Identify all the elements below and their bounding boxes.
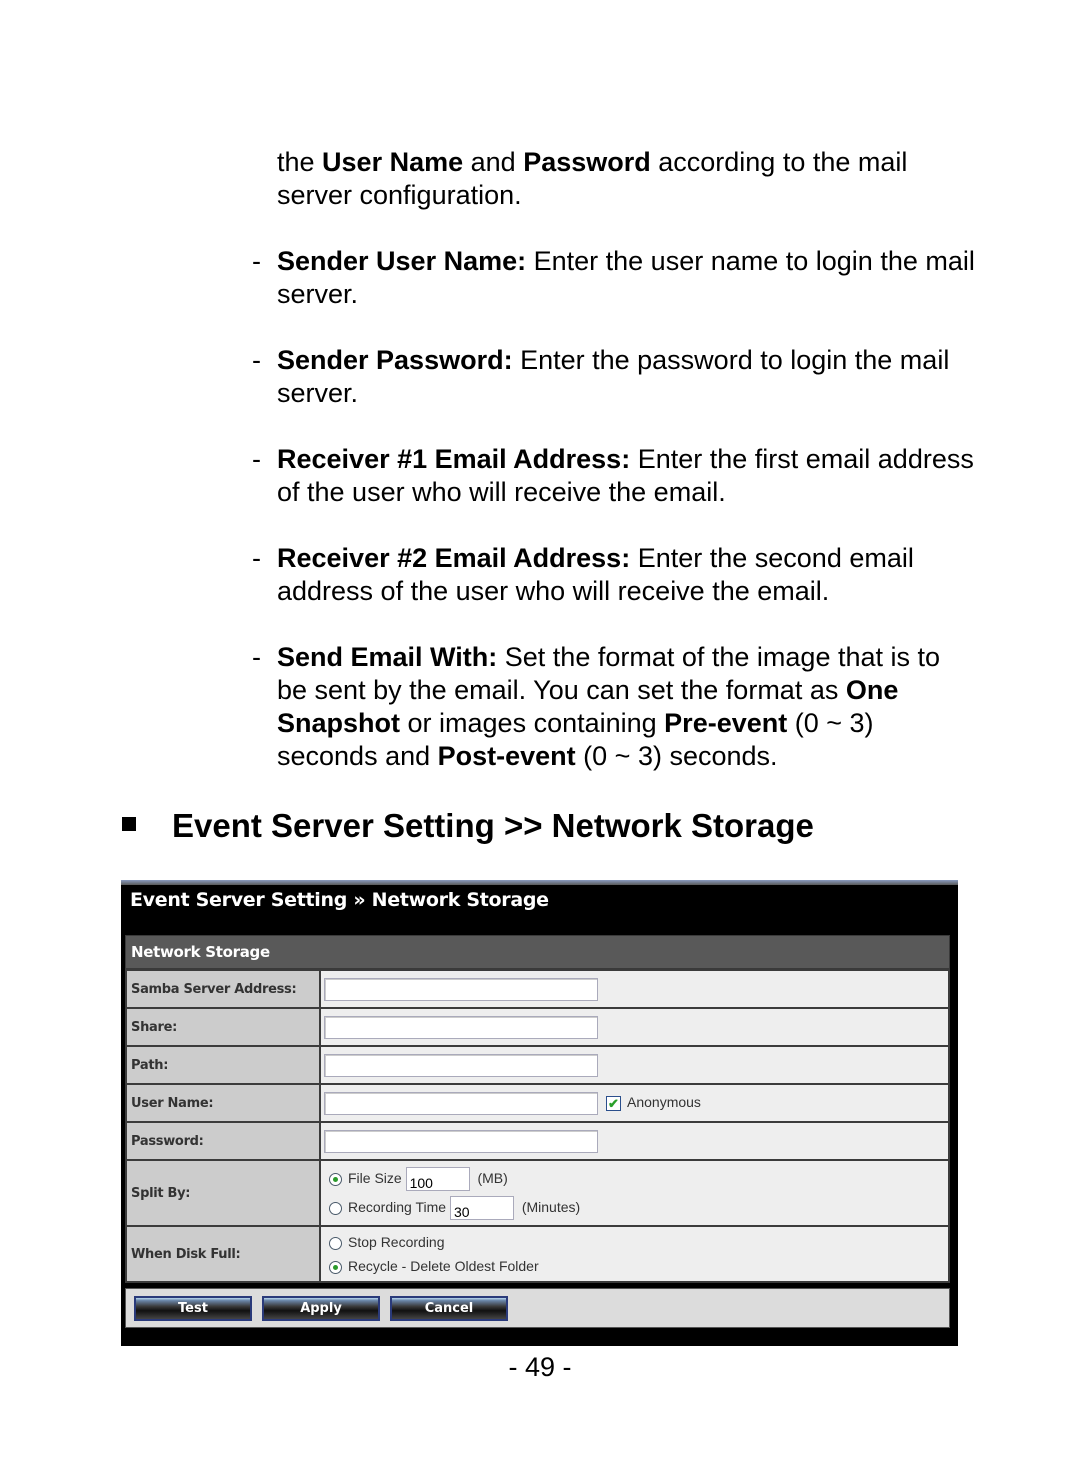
bold-term: Post-event	[437, 741, 576, 771]
bold-term: Sender Password:	[277, 345, 513, 375]
checkmark-icon: ✔	[608, 1095, 619, 1111]
password-input[interactable]	[324, 1129, 598, 1153]
recording-time-unit: (Minutes)	[521, 1199, 581, 1215]
list-dash: -	[252, 444, 261, 474]
file-size-unit: (MB)	[477, 1170, 508, 1186]
intro-paragraph: the User Name and Password according to …	[277, 146, 977, 212]
split-recording-time-radio[interactable]	[329, 1201, 342, 1215]
recycle-option: Recycle - Delete Oldest Folder	[321, 1254, 948, 1278]
split-recording-time-option: Recording Time 30 (Minutes)	[321, 1193, 948, 1222]
bold-term: User Name	[322, 147, 464, 177]
password-label: Password:	[125, 1121, 321, 1161]
user-name-input[interactable]	[324, 1091, 598, 1115]
user-name-cell: ✔ Anonymous	[319, 1083, 950, 1123]
text: or images containing	[400, 708, 665, 738]
section-header: Network Storage	[125, 935, 950, 969]
password-cell	[319, 1121, 950, 1161]
share-input[interactable]	[324, 1015, 598, 1039]
list-dash: -	[252, 345, 261, 375]
split-by-label: Split By:	[125, 1159, 321, 1227]
list-dash: -	[252, 543, 261, 573]
share-label: Share:	[125, 1007, 321, 1047]
anonymous-label: Anonymous	[627, 1093, 701, 1110]
user-name-label: User Name:	[125, 1083, 321, 1123]
stop-recording-option: Stop Recording	[321, 1230, 948, 1254]
test-button[interactable]: Test	[134, 1296, 252, 1321]
text: (0 ~ 3) seconds.	[575, 741, 778, 771]
recycle-radio[interactable]	[329, 1260, 342, 1274]
settings-table: Samba Server Address: Share: Path: User …	[125, 969, 950, 1283]
stop-recording-radio[interactable]	[329, 1236, 342, 1250]
cancel-button[interactable]: Cancel	[390, 1296, 508, 1321]
row-when-disk-full: When Disk Full: Stop Recording Recycle -…	[125, 1225, 950, 1283]
network-storage-panel: Event Server Setting » Network Storage N…	[121, 880, 958, 1346]
share-cell	[319, 1007, 950, 1047]
row-password: Password:	[125, 1121, 950, 1161]
path-cell	[319, 1045, 950, 1085]
split-by-cell: File Size 100 (MB) Recording Time 30 (Mi…	[319, 1159, 950, 1227]
bold-term: Sender User Name:	[277, 246, 527, 276]
recycle-label: Recycle - Delete Oldest Folder	[348, 1258, 539, 1274]
split-file-size-option: File Size 100 (MB)	[321, 1164, 948, 1193]
row-split-by: Split By: File Size 100 (MB) Recording T…	[125, 1159, 950, 1227]
button-bar: Test Apply Cancel	[125, 1288, 950, 1328]
list-item-send-email-with: Send Email With: Set the format of the i…	[277, 641, 977, 773]
anonymous-checkbox[interactable]: ✔	[606, 1095, 621, 1111]
split-recording-time-label: Recording Time	[348, 1199, 447, 1215]
row-share: Share:	[125, 1007, 950, 1047]
apply-button[interactable]: Apply	[262, 1296, 380, 1321]
section-heading: Event Server Setting >> Network Storage	[122, 806, 814, 846]
text: and	[463, 147, 524, 177]
path-input[interactable]	[324, 1053, 598, 1077]
row-path: Path:	[125, 1045, 950, 1085]
samba-server-label: Samba Server Address:	[125, 969, 321, 1009]
list-item-sender-password: Sender Password: Enter the password to l…	[277, 344, 977, 410]
bold-term: Receiver #1 Email Address:	[277, 444, 631, 474]
file-size-input[interactable]: 100	[405, 1167, 470, 1192]
split-file-size-radio[interactable]	[329, 1172, 342, 1186]
panel-title: Event Server Setting » Network Storage	[130, 889, 549, 911]
row-samba-server: Samba Server Address:	[125, 969, 950, 1009]
stop-recording-label: Stop Recording	[348, 1234, 445, 1250]
list-item-sender-user-name: Sender User Name: Enter the user name to…	[277, 245, 977, 311]
samba-server-cell	[319, 969, 950, 1009]
bold-term: Pre-event	[664, 708, 788, 738]
row-user-name: User Name: ✔ Anonymous	[125, 1083, 950, 1123]
list-dash: -	[252, 642, 261, 672]
when-disk-full-cell: Stop Recording Recycle - Delete Oldest F…	[319, 1225, 950, 1283]
split-file-size-label: File Size	[348, 1170, 402, 1186]
path-label: Path:	[125, 1045, 321, 1085]
text: the	[277, 147, 323, 177]
samba-server-input[interactable]	[324, 977, 598, 1001]
bold-term: Password	[523, 147, 651, 177]
network-storage-form: Network Storage Samba Server Address: Sh…	[125, 935, 950, 1283]
bold-term: Send Email With:	[277, 642, 498, 672]
bold-term: Receiver #2 Email Address:	[277, 543, 631, 573]
section-heading-text: Event Server Setting >> Network Storage	[172, 807, 814, 844]
list-item-receiver-1: Receiver #1 Email Address: Enter the fir…	[277, 443, 977, 509]
recording-time-input[interactable]: 30	[449, 1196, 514, 1221]
list-dash: -	[252, 246, 261, 276]
panel-top-border	[121, 880, 958, 885]
list-item-receiver-2: Receiver #2 Email Address: Enter the sec…	[277, 542, 977, 608]
square-bullet-icon	[122, 817, 136, 832]
when-disk-full-label: When Disk Full:	[125, 1225, 321, 1283]
page-number: - 49 -	[508, 1352, 572, 1382]
